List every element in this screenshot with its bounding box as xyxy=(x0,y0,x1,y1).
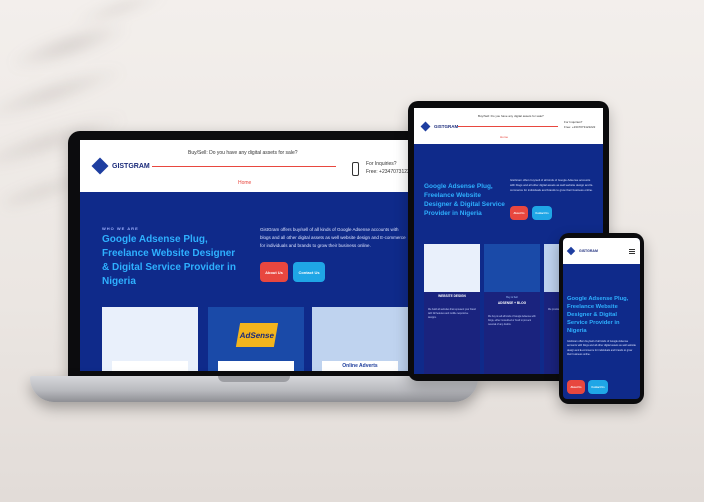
brand-logo[interactable]: GISTGRAM xyxy=(566,246,598,256)
header-divider xyxy=(152,166,336,167)
top-notice: Buy/Sell: Do you have any digital assets… xyxy=(188,150,298,156)
brand-name: GISTGRAM xyxy=(112,162,150,170)
hero-headline: Google Adsense Plug, Freelance Website D… xyxy=(567,296,629,334)
card-image xyxy=(424,244,480,292)
brand-logo[interactable]: GISTGRAM xyxy=(420,121,459,131)
logo-cube-icon xyxy=(420,121,431,131)
service-card-website[interactable] xyxy=(102,307,198,371)
brand-logo[interactable]: GISTGRAM xyxy=(91,157,150,175)
hero-headline: Google Adsense Plug, Freelance Website D… xyxy=(102,234,236,287)
card-caption-bar xyxy=(218,361,294,371)
card-caption-bar xyxy=(112,361,188,371)
phone-screen: GISTGRAM Google Adsense Plug, Freelance … xyxy=(563,238,640,399)
brand-name: GISTGRAM xyxy=(434,123,459,129)
service-card-adverts[interactable]: Online Adverts xyxy=(312,307,408,371)
brand-name: GISTGRAM xyxy=(579,249,598,253)
about-us-button[interactable]: About Us xyxy=(567,380,585,394)
hero-headline: Google Adsense Plug, Freelance Website D… xyxy=(424,183,505,217)
header-divider xyxy=(458,126,558,127)
hamburger-menu-icon[interactable] xyxy=(629,248,635,254)
site-header: GISTGRAM Buy/Sell: Do you have any digit… xyxy=(80,140,432,192)
contact-us-button[interactable]: Contact Us xyxy=(532,206,552,220)
card-image xyxy=(484,244,540,292)
service-card-adsense[interactable]: Buy & Sell ADSENSE + BLOG We buy & sell … xyxy=(484,244,540,374)
hero-eyebrow: WHO WE ARE xyxy=(102,226,139,231)
adsense-logo: AdSense xyxy=(235,323,279,347)
logo-cube-icon xyxy=(566,246,576,256)
nav-home-link[interactable]: Home xyxy=(500,135,508,139)
nav-home-link[interactable]: Home xyxy=(238,180,251,186)
card-body: We build all websites that represent you… xyxy=(428,309,476,319)
card-body: We buy & sell all kinds of Google Adsens… xyxy=(488,316,536,326)
about-us-button[interactable]: About Us xyxy=(510,206,528,220)
service-card-website[interactable]: WEBSITE DESIGN We build all websites tha… xyxy=(424,244,480,374)
inquiries-block: For Inquiries? Free: +2347073122222 xyxy=(564,120,595,130)
logo-cube-icon xyxy=(91,157,109,175)
contact-us-button[interactable]: Contact Us xyxy=(588,380,608,394)
site-header: GISTGRAM xyxy=(563,238,640,264)
phone-icon xyxy=(352,162,359,176)
card-label: Online Adverts xyxy=(342,363,378,369)
site-header: GISTGRAM Buy/Sell: Do you have any digit… xyxy=(414,108,603,144)
contact-us-button[interactable]: Contact Us xyxy=(293,262,325,282)
inquiries-phone[interactable]: Free: +2347073122222 xyxy=(564,125,595,130)
about-us-button[interactable]: About Us xyxy=(260,262,288,282)
service-card-adsense[interactable]: AdSense xyxy=(208,307,304,371)
card-eyebrow: Buy & Sell xyxy=(506,296,518,299)
top-notice: Buy/Sell: Do you have any digital assets… xyxy=(478,114,544,118)
hero-description: GistGram offers buy/sell of all kinds of… xyxy=(510,178,594,192)
hero-description: GistGram offers buy/sell of all kinds of… xyxy=(567,340,636,356)
hero-description: GistGram offers buy/sell of all kinds of… xyxy=(260,227,406,248)
laptop-notch xyxy=(218,376,290,382)
laptop-screen: GISTGRAM Buy/Sell: Do you have any digit… xyxy=(80,140,432,371)
